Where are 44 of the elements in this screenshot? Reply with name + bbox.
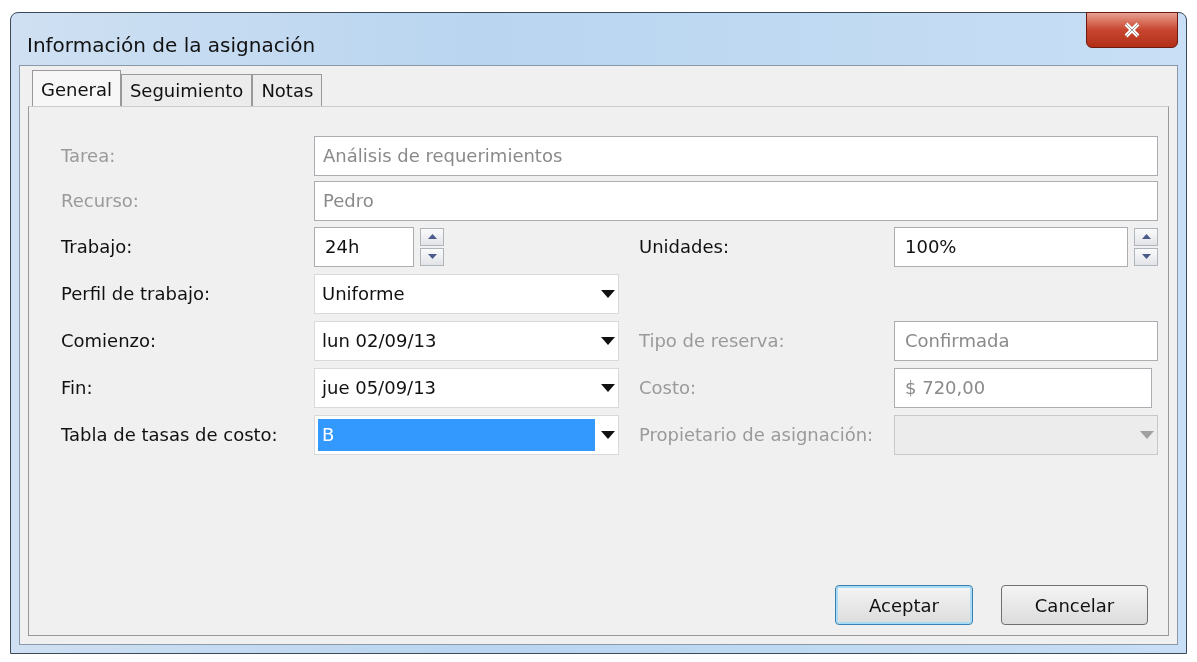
field-label: Fin:: [61, 377, 94, 398]
spin-down-button[interactable]: [420, 247, 444, 266]
dropdown-field[interactable]: lun 02/09/13: [314, 320, 619, 361]
dropdown-value: Uniforme: [321, 282, 406, 306]
up-arrow-icon: [1141, 234, 1151, 239]
field-label: Tarea:: [61, 145, 117, 166]
window-title: Información de la asignación: [27, 33, 316, 57]
field-value: $ 720,00: [904, 376, 987, 400]
close-icon: [1123, 22, 1141, 38]
dropdown-field[interactable]: Uniforme: [314, 273, 619, 314]
cancel-button[interactable]: Cancelar: [1001, 585, 1148, 625]
tab[interactable]: General: [32, 70, 121, 107]
field-label: Unidades:: [639, 236, 730, 257]
field-label: Comienzo:: [61, 330, 158, 351]
field-label: Tipo de reserva:: [639, 330, 786, 351]
field-label: Costo:: [639, 377, 698, 398]
field-label: Tabla de tasas de costo:: [61, 424, 279, 445]
field-value: 100%: [904, 235, 958, 259]
accept-button[interactable]: Aceptar: [835, 585, 973, 625]
dropdown-field[interactable]: jue 05/09/13: [314, 367, 619, 408]
field-label: Propietario de asignación:: [639, 424, 875, 445]
field-label: Perfil de trabajo:: [61, 283, 211, 304]
spin-up-button[interactable]: [1134, 227, 1158, 246]
down-arrow-icon: [1141, 254, 1151, 259]
field-label: Trabajo:: [61, 236, 134, 257]
dropdown-arrow-icon[interactable]: [601, 430, 615, 439]
dropdown-value: lun 02/09/13: [321, 329, 438, 353]
up-arrow-icon: [427, 234, 437, 239]
tab[interactable]: Seguimiento: [120, 74, 253, 107]
spin-down-button[interactable]: [1134, 247, 1158, 266]
dropdown-arrow-icon[interactable]: [601, 336, 615, 345]
dropdown-arrow-icon[interactable]: [601, 289, 615, 298]
field-value: Confirmada: [904, 329, 1011, 353]
spin-field[interactable]: 24h: [314, 226, 414, 267]
close-button[interactable]: [1086, 12, 1178, 48]
dropdown-arrow-icon[interactable]: [601, 383, 615, 392]
field-value: 24h: [324, 235, 361, 259]
dropdown-value: B: [318, 418, 595, 451]
dropdown-value: jue 05/09/13: [320, 376, 438, 400]
field-label: Recurso:: [61, 190, 140, 211]
tab[interactable]: Notas: [252, 74, 323, 107]
spin-up-button[interactable]: [420, 227, 444, 246]
spin-field[interactable]: 100%: [894, 226, 1128, 267]
down-arrow-icon: [427, 254, 437, 259]
